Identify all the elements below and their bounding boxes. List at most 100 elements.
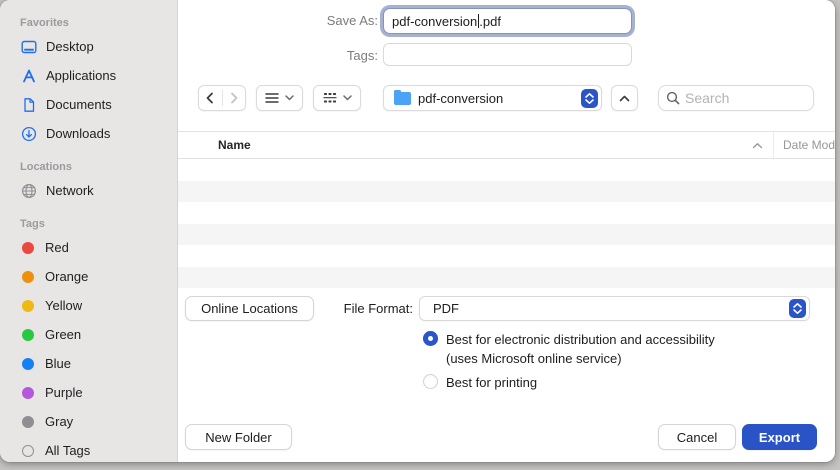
parent-folder-button[interactable] xyxy=(611,85,638,111)
sidebar-item-documents[interactable]: Documents xyxy=(20,90,177,119)
purple-tag-icon xyxy=(22,386,34,399)
sidebar-section-tags: Tags xyxy=(20,218,45,230)
back-button[interactable] xyxy=(199,86,222,110)
tag-label: Green xyxy=(45,327,82,342)
sidebar-tag-red[interactable]: Red xyxy=(20,233,177,262)
sidebar-tag-yellow[interactable]: Yellow xyxy=(20,291,177,320)
save-as-input[interactable]: pdf-conversion .pdf xyxy=(383,8,632,34)
search-icon xyxy=(666,91,680,105)
tag-label: Yellow xyxy=(45,298,83,313)
file-format-label: File Format: xyxy=(343,301,413,316)
new-folder-button[interactable]: New Folder xyxy=(185,424,292,450)
sidebar-item-label: Documents xyxy=(46,97,112,112)
tag-label: Purple xyxy=(45,385,83,400)
globe-icon xyxy=(20,182,37,199)
forward-button[interactable] xyxy=(223,86,246,110)
radio-label: Best for electronic distribution and acc… xyxy=(446,332,715,347)
list-view-icon xyxy=(265,92,279,104)
tag-label: All Tags xyxy=(45,443,91,458)
save-as-value-after-caret: .pdf xyxy=(479,13,501,29)
sidebar-item-label: Desktop xyxy=(46,39,94,54)
export-button[interactable]: Export xyxy=(742,424,817,450)
radio-unselected-icon xyxy=(423,374,438,389)
save-as-value-before-caret: pdf-conversion xyxy=(392,13,478,29)
downloads-icon xyxy=(20,125,37,142)
list-row xyxy=(178,180,835,202)
stepper-icon xyxy=(581,88,598,108)
list-row xyxy=(178,245,835,267)
folder-icon xyxy=(394,89,411,105)
save-as-label: Save As: xyxy=(326,13,378,28)
search-field[interactable] xyxy=(658,85,814,111)
sidebar-item-label: Downloads xyxy=(46,126,111,141)
yellow-tag-icon xyxy=(22,299,34,312)
blue-tag-icon xyxy=(22,357,34,370)
group-view-button[interactable] xyxy=(313,85,361,111)
list-row xyxy=(178,266,835,288)
sidebar-item-network[interactable]: Network xyxy=(20,176,177,205)
folder-dropdown-value: pdf-conversion xyxy=(418,90,504,106)
radio-selected-icon xyxy=(423,331,438,346)
tags-input[interactable] xyxy=(383,43,632,66)
sidebar-tag-all-tags[interactable]: All Tags xyxy=(20,436,177,462)
radio-option-printing[interactable]: Best for printing xyxy=(423,373,803,392)
tag-label: Orange xyxy=(45,269,89,284)
folder-dropdown[interactable]: pdf-conversion xyxy=(383,85,602,111)
main-panel: Save As: pdf-conversion .pdf Tags: pdf-c… xyxy=(178,0,835,462)
list-row xyxy=(178,223,835,245)
sidebar-tag-green[interactable]: Green xyxy=(20,320,177,349)
sidebar: Favorites Desktop Applications Documents… xyxy=(0,0,178,462)
new-folder-label: New Folder xyxy=(205,429,272,445)
file-list-header: Name Date Mod xyxy=(178,131,835,159)
sidebar-tag-gray[interactable]: Gray xyxy=(20,407,177,436)
sidebar-tag-blue[interactable]: Blue xyxy=(20,349,177,378)
radio-option-electronic[interactable]: Best for electronic distribution and acc… xyxy=(423,330,803,368)
file-format-value: PDF xyxy=(433,301,459,316)
sidebar-item-applications[interactable]: Applications xyxy=(20,61,177,90)
chevron-left-icon xyxy=(205,92,215,104)
list-row xyxy=(178,159,835,181)
sort-ascending-icon[interactable] xyxy=(752,142,763,149)
export-label: Export xyxy=(758,429,801,445)
desktop-icon xyxy=(20,38,37,55)
tags-label: Tags: xyxy=(346,48,378,63)
chevron-down-icon xyxy=(285,95,294,101)
list-row xyxy=(178,202,835,224)
sidebar-tag-orange[interactable]: Orange xyxy=(20,262,177,291)
radio-label: Best for printing xyxy=(446,375,538,390)
sidebar-section-locations: Locations xyxy=(20,161,72,173)
tag-label: Red xyxy=(45,240,69,255)
green-tag-icon xyxy=(22,328,34,341)
all-tags-icon xyxy=(22,444,34,457)
nav-buttons xyxy=(198,85,246,111)
sidebar-item-label: Network xyxy=(46,183,94,198)
applications-icon xyxy=(20,67,37,84)
sidebar-item-label: Applications xyxy=(46,68,117,83)
file-list[interactable] xyxy=(178,159,835,288)
document-icon xyxy=(20,96,37,113)
save-dialog: Favorites Desktop Applications Documents… xyxy=(0,0,835,462)
grid-view-icon xyxy=(322,92,337,104)
file-format-dropdown[interactable]: PDF xyxy=(419,296,810,321)
cancel-label: Cancel xyxy=(676,429,718,445)
stepper-icon xyxy=(789,299,806,318)
cancel-button[interactable]: Cancel xyxy=(658,424,736,450)
list-view-button[interactable] xyxy=(256,85,303,111)
column-divider xyxy=(773,132,774,158)
sidebar-item-desktop[interactable]: Desktop xyxy=(20,32,177,61)
sidebar-item-downloads[interactable]: Downloads xyxy=(20,119,177,148)
radio-sublabel: (uses Microsoft online service) xyxy=(446,351,622,366)
column-header-name[interactable]: Name xyxy=(218,138,752,152)
chevron-down-icon xyxy=(342,95,352,101)
tag-label: Blue xyxy=(45,356,72,371)
chevron-up-icon xyxy=(619,95,630,102)
search-input[interactable] xyxy=(680,90,813,106)
sidebar-tag-purple[interactable]: Purple xyxy=(20,378,177,407)
sidebar-section-favorites: Favorites xyxy=(20,17,69,29)
gray-tag-icon xyxy=(22,415,34,428)
chevron-right-icon xyxy=(229,92,239,104)
tag-label: Gray xyxy=(45,414,74,429)
red-tag-icon xyxy=(22,241,34,254)
column-header-date-modified[interactable]: Date Mod xyxy=(783,138,835,152)
orange-tag-icon xyxy=(22,270,34,283)
